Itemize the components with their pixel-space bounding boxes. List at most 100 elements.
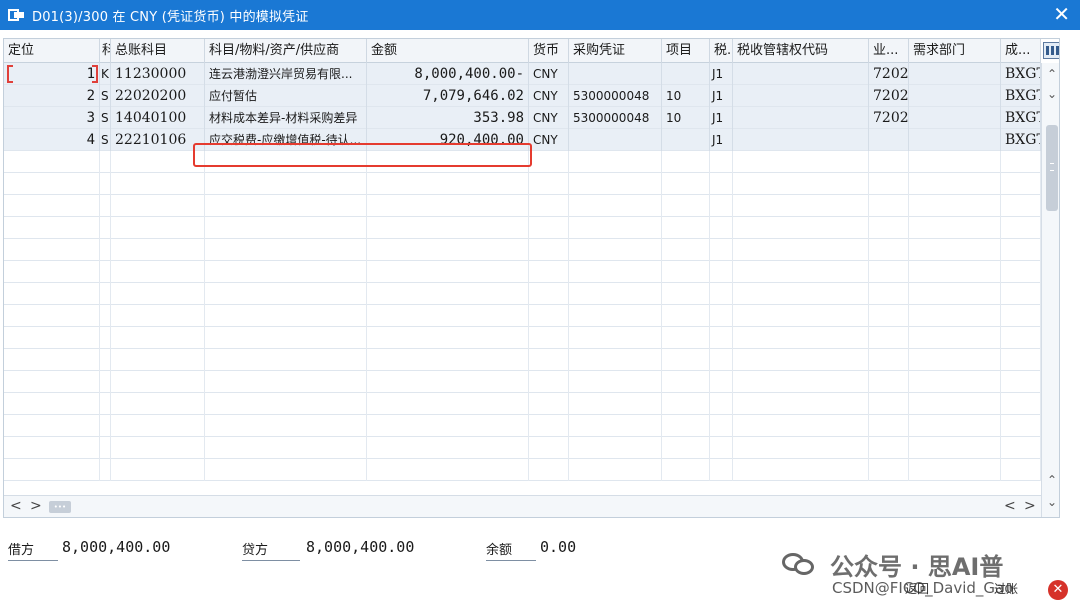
empty-cell[interactable] (662, 239, 710, 261)
empty-cell[interactable] (662, 305, 710, 327)
empty-cell[interactable] (529, 415, 569, 437)
empty-cell[interactable] (1001, 217, 1041, 239)
empty-cell[interactable] (733, 217, 869, 239)
empty-cell[interactable] (100, 283, 111, 305)
empty-cell[interactable] (569, 327, 662, 349)
empty-cell[interactable] (733, 327, 869, 349)
scroll-up-icon[interactable]: ⌃ (1042, 65, 1059, 83)
empty-cell[interactable] (111, 349, 205, 371)
empty-cell[interactable] (569, 415, 662, 437)
empty-cell[interactable] (367, 459, 529, 481)
empty-cell[interactable] (710, 349, 733, 371)
empty-cell[interactable] (367, 327, 529, 349)
empty-cell[interactable] (205, 261, 367, 283)
empty-cell[interactable] (733, 393, 869, 415)
empty-cell[interactable] (710, 371, 733, 393)
empty-cell[interactable] (205, 283, 367, 305)
empty-cell[interactable] (205, 437, 367, 459)
empty-cell[interactable] (869, 349, 909, 371)
empty-cell[interactable] (529, 151, 569, 173)
empty-cell[interactable] (111, 393, 205, 415)
empty-cell[interactable] (1001, 173, 1041, 195)
table-row[interactable]: 1 K 11230000 连云港渤澄兴岸贸易有限... 8,000,400.00… (4, 63, 1041, 85)
empty-cell[interactable] (909, 195, 1001, 217)
col-header-position[interactable]: 定位 (4, 39, 100, 63)
empty-cell[interactable] (529, 239, 569, 261)
empty-cell[interactable] (569, 371, 662, 393)
col-header-item[interactable]: 项目 (662, 39, 710, 63)
empty-cell[interactable] (710, 415, 733, 437)
empty-cell[interactable] (869, 151, 909, 173)
empty-cell[interactable] (569, 459, 662, 481)
empty-cell[interactable] (733, 349, 869, 371)
empty-cell[interactable] (662, 437, 710, 459)
empty-cell[interactable] (1001, 239, 1041, 261)
empty-cell[interactable] (869, 305, 909, 327)
empty-cell[interactable] (869, 459, 909, 481)
col-header-po[interactable]: 采购凭证 (569, 39, 662, 63)
empty-cell[interactable] (733, 415, 869, 437)
empty-cell[interactable] (4, 283, 100, 305)
empty-cell[interactable] (100, 437, 111, 459)
empty-cell[interactable] (205, 371, 367, 393)
empty-cell[interactable] (569, 437, 662, 459)
empty-cell[interactable] (4, 195, 100, 217)
empty-cell[interactable] (710, 437, 733, 459)
empty-cell[interactable] (100, 371, 111, 393)
empty-cell[interactable] (529, 173, 569, 195)
empty-cell[interactable] (733, 151, 869, 173)
empty-cell[interactable] (869, 415, 909, 437)
empty-cell[interactable] (205, 173, 367, 195)
empty-cell[interactable] (100, 349, 111, 371)
empty-cell[interactable] (111, 437, 205, 459)
post-button[interactable]: 过账 (994, 578, 1018, 600)
scroll-thumb-vertical[interactable] (1046, 125, 1058, 211)
col-header-cost[interactable]: 成... (1001, 39, 1041, 63)
horizontal-scrollbar[interactable]: < > ••• < > (4, 495, 1041, 517)
empty-cell[interactable] (100, 217, 111, 239)
empty-cell[interactable] (111, 261, 205, 283)
empty-cell[interactable] (733, 283, 869, 305)
row-gl-account[interactable]: 22210106 (111, 129, 205, 151)
empty-cell[interactable] (909, 217, 1001, 239)
empty-cell[interactable] (111, 173, 205, 195)
empty-cell[interactable] (367, 415, 529, 437)
empty-cell[interactable] (529, 349, 569, 371)
empty-cell[interactable] (1001, 283, 1041, 305)
empty-cell[interactable] (205, 415, 367, 437)
empty-cell[interactable] (909, 327, 1001, 349)
empty-cell[interactable] (100, 459, 111, 481)
empty-cell[interactable] (1001, 195, 1041, 217)
empty-cell[interactable] (367, 261, 529, 283)
empty-cell[interactable] (100, 415, 111, 437)
empty-cell[interactable] (205, 349, 367, 371)
empty-cell[interactable] (4, 261, 100, 283)
empty-cell[interactable] (367, 283, 529, 305)
empty-cell[interactable] (205, 217, 367, 239)
empty-cell[interactable] (869, 327, 909, 349)
empty-cell[interactable] (367, 217, 529, 239)
empty-cell[interactable] (909, 349, 1001, 371)
empty-cell[interactable] (111, 327, 205, 349)
empty-cell[interactable] (733, 195, 869, 217)
empty-cell[interactable] (662, 371, 710, 393)
empty-cell[interactable] (909, 437, 1001, 459)
empty-cell[interactable] (869, 195, 909, 217)
scroll-down-icon-bottom[interactable]: ⌄ (1042, 493, 1059, 511)
empty-cell[interactable] (909, 239, 1001, 261)
empty-cell[interactable] (111, 195, 205, 217)
table-row[interactable]: 3 S 14040100 材料成本差异-材料采购差异 353.98 CNY 53… (4, 107, 1041, 129)
col-header-tax[interactable]: 税. (710, 39, 733, 63)
empty-cell[interactable] (100, 327, 111, 349)
empty-cell[interactable] (367, 239, 529, 261)
empty-cell[interactable] (869, 261, 909, 283)
empty-cell[interactable] (1001, 415, 1041, 437)
col-header-currency[interactable]: 货币 (529, 39, 569, 63)
empty-cell[interactable] (529, 217, 569, 239)
empty-cell[interactable] (111, 371, 205, 393)
back-button[interactable]: 返回 (905, 578, 929, 600)
table-row[interactable]: 2 S 22020200 应付暂估 7,079,646.02 CNY 53000… (4, 85, 1041, 107)
col-header-gl-account[interactable]: 总账科目 (111, 39, 205, 63)
empty-cell[interactable] (569, 173, 662, 195)
empty-cell[interactable] (529, 437, 569, 459)
